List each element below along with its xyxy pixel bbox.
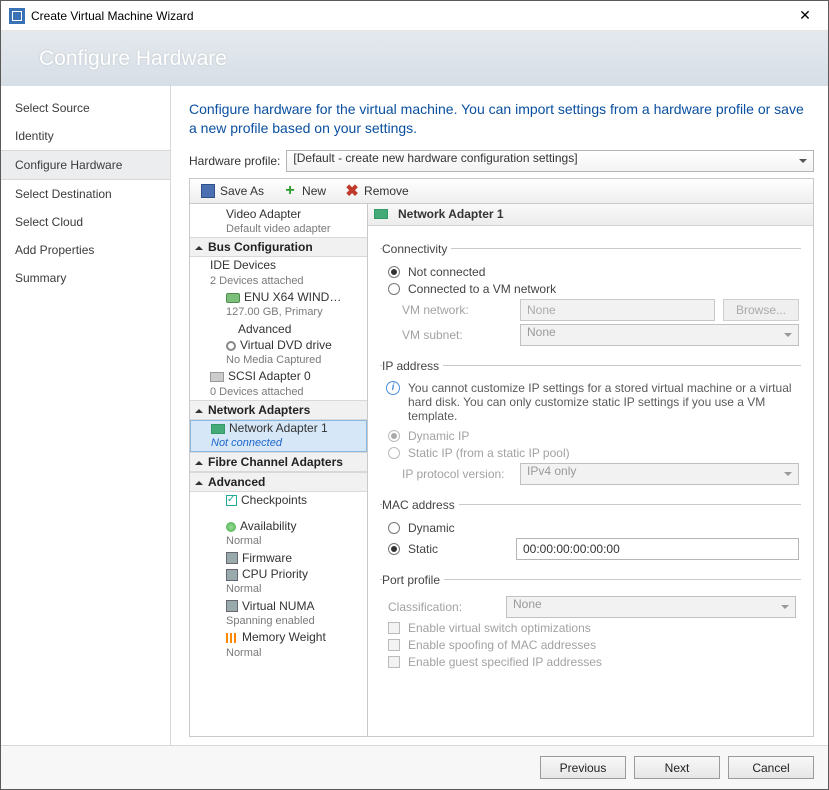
wizard-header: Configure Hardware: [1, 31, 828, 86]
wizard-nav: Select Source Identity Configure Hardwar…: [1, 86, 171, 745]
hardware-profile-value: [Default - create new hardware configura…: [293, 151, 577, 165]
hardware-tree[interactable]: Video AdapterDefault video adapter Bus C…: [190, 204, 368, 736]
group-fibre-channel[interactable]: Fibre Channel Adapters: [190, 452, 367, 472]
group-advanced[interactable]: Advanced: [190, 472, 367, 492]
ip-hint: You cannot customize IP settings for a s…: [408, 381, 799, 423]
connectivity-legend: Connectivity: [382, 242, 451, 256]
browse-button: Browse...: [723, 299, 799, 321]
checkbox-guest-ip: [388, 656, 400, 668]
page-title: Configure Hardware: [39, 47, 227, 71]
next-button[interactable]: Next: [634, 756, 720, 779]
new-button[interactable]: +New: [278, 181, 330, 201]
tree-disk[interactable]: ENU X64 WIND…: [244, 290, 341, 304]
radio-dynamic-ip: [388, 430, 400, 442]
tree-cpu-priority[interactable]: CPU Priority: [242, 567, 308, 581]
properties-header: Network Adapter 1: [368, 204, 813, 226]
mac-legend: MAC address: [382, 498, 459, 512]
tree-disk-advanced[interactable]: Advanced: [238, 322, 291, 336]
vm-subnet-label: VM subnet:: [402, 328, 512, 342]
tree-nic-1[interactable]: Network Adapter 1Not connected: [190, 420, 367, 452]
app-icon: [9, 8, 25, 24]
vm-network-input: [520, 299, 715, 321]
tree-availability[interactable]: Availability: [240, 519, 296, 533]
classification-select: None: [506, 596, 796, 618]
group-bus-config[interactable]: Bus Configuration: [190, 237, 367, 257]
intro-text: Configure hardware for the virtual machi…: [189, 100, 814, 138]
window-title: Create Virtual Machine Wizard: [31, 9, 790, 23]
tree-checkpoints[interactable]: Checkpoints: [241, 493, 307, 507]
checkbox-mac-spoof: [388, 639, 400, 651]
remove-button[interactable]: ✖Remove: [340, 181, 413, 201]
vm-subnet-select: None: [520, 324, 799, 346]
info-icon: i: [386, 381, 400, 395]
tree-dvd[interactable]: Virtual DVD drive: [240, 338, 332, 352]
scsi-icon: [210, 372, 224, 382]
hardware-toolbar: Save As +New ✖Remove: [189, 178, 814, 204]
cpu-icon: [226, 569, 238, 581]
port-profile-legend: Port profile: [382, 573, 444, 587]
firmware-icon: [226, 552, 238, 564]
tree-ide-devices[interactable]: IDE Devices: [210, 258, 276, 272]
wizard-window: Create Virtual Machine Wizard ✕ Configur…: [0, 0, 829, 790]
group-network-adapters[interactable]: Network Adapters: [190, 400, 367, 420]
ip-proto-label: IP protocol version:: [402, 467, 512, 481]
nav-identity[interactable]: Identity: [1, 122, 170, 150]
save-icon: [200, 183, 216, 199]
nav-summary[interactable]: Summary: [1, 264, 170, 292]
tree-video-adapter[interactable]: Video Adapter: [226, 207, 301, 221]
tree-scsi[interactable]: SCSI Adapter 0: [228, 369, 311, 383]
tree-virtual-numa[interactable]: Virtual NUMA: [242, 599, 314, 613]
previous-button[interactable]: Previous: [540, 756, 626, 779]
tree-memory-weight[interactable]: Memory Weight: [242, 630, 326, 644]
nav-configure-hardware[interactable]: Configure Hardware: [1, 150, 170, 180]
vm-network-label: VM network:: [402, 303, 512, 317]
save-as-button[interactable]: Save As: [196, 181, 268, 201]
radio-static-ip: [388, 447, 400, 459]
disk-icon: [226, 293, 240, 303]
nav-select-destination[interactable]: Select Destination: [1, 180, 170, 208]
x-icon: ✖: [344, 183, 360, 199]
close-icon[interactable]: ✕: [790, 6, 820, 26]
cancel-button[interactable]: Cancel: [728, 756, 814, 779]
radio-connected[interactable]: [388, 283, 400, 295]
radio-not-connected[interactable]: [388, 266, 400, 278]
tree-firmware[interactable]: Firmware: [242, 551, 292, 565]
nic-icon: [374, 209, 388, 219]
checkbox-vswitch-opt: [388, 622, 400, 634]
dvd-icon: [226, 341, 236, 351]
wizard-footer: Previous Next Cancel: [1, 745, 828, 789]
nav-select-source[interactable]: Select Source: [1, 94, 170, 122]
classification-label: Classification:: [388, 600, 498, 614]
hardware-profile-label: Hardware profile:: [189, 154, 280, 168]
properties-title: Network Adapter 1: [398, 207, 504, 221]
radio-mac-static[interactable]: [388, 543, 400, 555]
nav-select-cloud[interactable]: Select Cloud: [1, 208, 170, 236]
hardware-profile-select[interactable]: [Default - create new hardware configura…: [286, 150, 814, 172]
radio-mac-dynamic[interactable]: [388, 522, 400, 534]
numa-icon: [226, 600, 238, 612]
nic-icon: [211, 424, 225, 434]
availability-icon: [226, 522, 236, 532]
title-bar: Create Virtual Machine Wizard ✕: [1, 1, 828, 31]
ip-legend: IP address: [382, 359, 443, 373]
checkpoints-icon: [226, 495, 237, 506]
memory-icon: [226, 633, 238, 643]
ip-proto-select: IPv4 only: [520, 463, 799, 485]
nav-add-properties[interactable]: Add Properties: [1, 236, 170, 264]
mac-address-input[interactable]: [516, 538, 799, 560]
plus-icon: +: [282, 183, 298, 199]
